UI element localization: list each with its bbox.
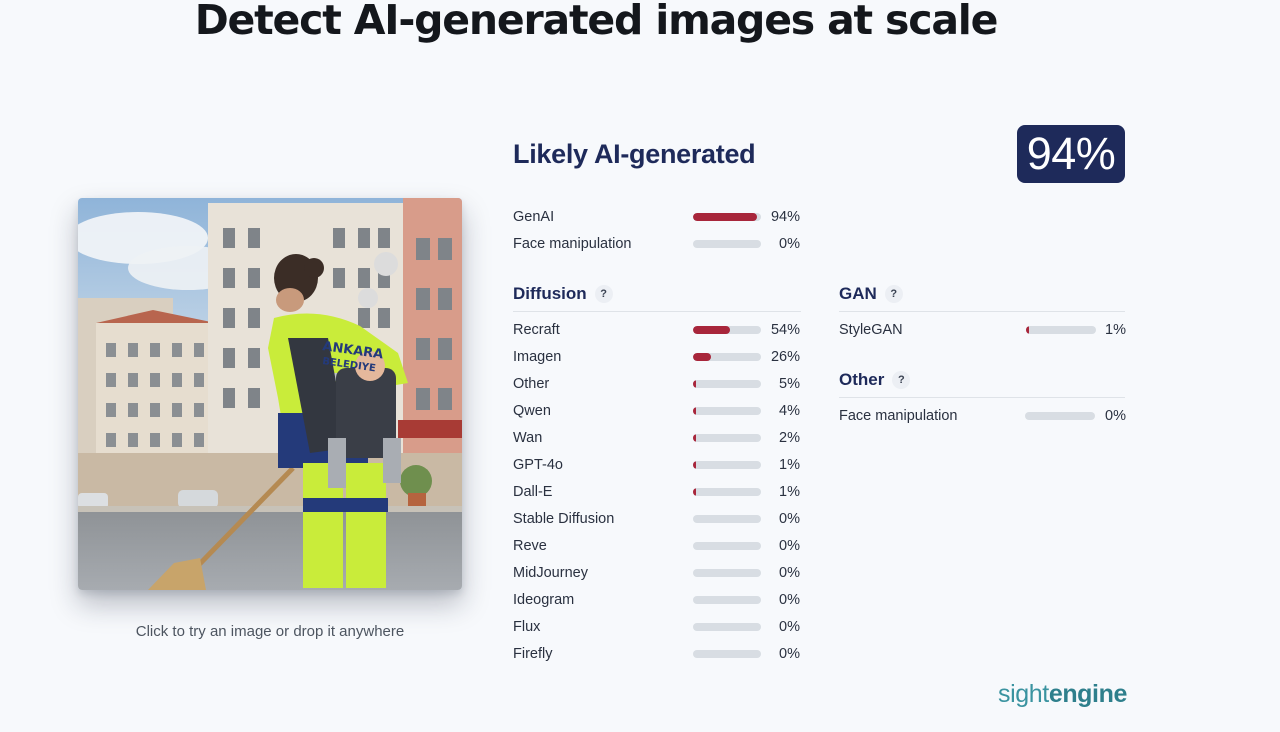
score-bar	[693, 515, 761, 523]
verdict-title: Likely AI-generated	[513, 139, 756, 169]
score-label: Face manipulation	[839, 408, 958, 424]
other-section-title: Other?	[839, 370, 911, 390]
score-percent: 0%	[779, 592, 800, 608]
score-row: Imagen 26%	[513, 348, 800, 368]
score-bar	[693, 407, 761, 415]
score-bar	[693, 596, 761, 604]
score-row: Dall-E 1%	[513, 483, 800, 503]
score-bar-fill	[693, 353, 711, 361]
score-label: Reve	[513, 538, 547, 554]
score-label: Imagen	[513, 349, 562, 365]
other-divider	[839, 397, 1125, 398]
score-bar	[693, 353, 761, 361]
score-row: Qwen 4%	[513, 402, 800, 422]
brand-part1: sight	[998, 680, 1049, 708]
score-percent: 54%	[770, 322, 800, 338]
score-row: Other 5%	[513, 375, 800, 395]
score-bar	[693, 623, 761, 631]
score-bar	[693, 650, 761, 658]
sightengine-logo: sightengine	[998, 680, 1127, 709]
score-bar-fill	[693, 380, 697, 388]
score-row: Recraft 54%	[513, 321, 800, 341]
score-label: Qwen	[513, 403, 551, 419]
diffusion-title: Diffusion	[513, 284, 587, 303]
score-bar	[1026, 326, 1096, 334]
score-label: Ideogram	[513, 592, 575, 608]
score-label: MidJourney	[513, 565, 588, 581]
overall-score-badge: 94%	[1017, 125, 1125, 183]
diffusion-divider	[513, 311, 801, 312]
score-bar	[693, 569, 761, 577]
score-percent: 1%	[1105, 322, 1126, 338]
score-percent: 1%	[779, 484, 800, 500]
score-percent: 0%	[779, 646, 800, 662]
score-bar	[693, 434, 761, 442]
other-help-icon[interactable]: ?	[892, 371, 911, 389]
score-percent: 4%	[779, 403, 800, 419]
upload-hint[interactable]: Click to try an image or drop it anywher…	[78, 623, 462, 640]
score-label: GPT-4o	[513, 457, 563, 473]
other-title: Other	[839, 370, 885, 389]
score-row: Face manipulation 0%	[839, 407, 1126, 427]
score-label: Recraft	[513, 322, 560, 338]
score-row: Firefly 0%	[513, 645, 800, 665]
score-label: Other	[513, 376, 550, 392]
uploaded-image-preview[interactable]: ANKARA BELEDIYE	[78, 198, 462, 590]
score-bar-fill	[693, 434, 696, 442]
score-label: Firefly	[513, 646, 553, 662]
score-row: Face manipulation 0%	[513, 235, 800, 255]
score-row: Ideogram 0%	[513, 591, 800, 611]
score-bar	[693, 542, 761, 550]
score-row: Flux 0%	[513, 618, 800, 638]
score-row: Stable Diffusion 0%	[513, 510, 800, 530]
score-bar-fill	[693, 488, 696, 496]
score-bar	[693, 213, 761, 221]
gan-section-title: GAN?	[839, 284, 903, 304]
score-label: Stable Diffusion	[513, 511, 615, 527]
score-percent: 5%	[779, 376, 800, 392]
score-row: GenAI 94%	[513, 208, 800, 228]
score-bar-fill	[693, 407, 696, 415]
score-percent: 0%	[779, 565, 800, 581]
brand-part2: engine	[1048, 680, 1128, 708]
score-row: StyleGAN 1%	[839, 321, 1126, 341]
street-photo: ANKARA BELEDIYE	[78, 198, 462, 590]
score-percent: 26%	[770, 349, 800, 365]
score-bar	[693, 461, 761, 469]
score-bar	[693, 240, 761, 248]
score-label: Flux	[513, 619, 541, 635]
score-bar-fill	[693, 213, 757, 221]
gan-title: GAN	[839, 284, 877, 303]
score-label: Wan	[513, 430, 543, 446]
diffusion-section-title: Diffusion?	[513, 284, 613, 304]
score-percent: 0%	[1105, 408, 1126, 424]
score-percent: 2%	[779, 430, 800, 446]
score-percent: 0%	[779, 236, 800, 252]
score-bar-fill	[1026, 326, 1029, 334]
score-bar	[693, 488, 761, 496]
score-label: Face manipulation	[513, 236, 632, 252]
score-label: Dall-E	[513, 484, 553, 500]
gan-help-icon[interactable]: ?	[884, 285, 903, 303]
score-percent: 0%	[779, 511, 800, 527]
score-row: Wan 2%	[513, 429, 800, 449]
score-row: GPT-4o 1%	[513, 456, 800, 476]
gan-divider	[839, 311, 1125, 312]
score-label: GenAI	[513, 209, 555, 225]
page-headline: Detect AI-generated images at scale	[194, 0, 999, 44]
score-row: Reve 0%	[513, 537, 800, 557]
score-bar	[693, 326, 761, 334]
score-row: MidJourney 0%	[513, 564, 800, 584]
score-percent: 0%	[779, 538, 800, 554]
score-percent: 1%	[779, 457, 800, 473]
score-bar	[693, 380, 761, 388]
score-bar-fill	[693, 326, 730, 334]
diffusion-help-icon[interactable]: ?	[594, 285, 613, 303]
score-label: StyleGAN	[839, 322, 903, 338]
score-percent: 94%	[770, 209, 800, 225]
score-percent: 0%	[779, 619, 800, 635]
score-bar	[1025, 412, 1095, 420]
score-bar-fill	[693, 461, 696, 469]
